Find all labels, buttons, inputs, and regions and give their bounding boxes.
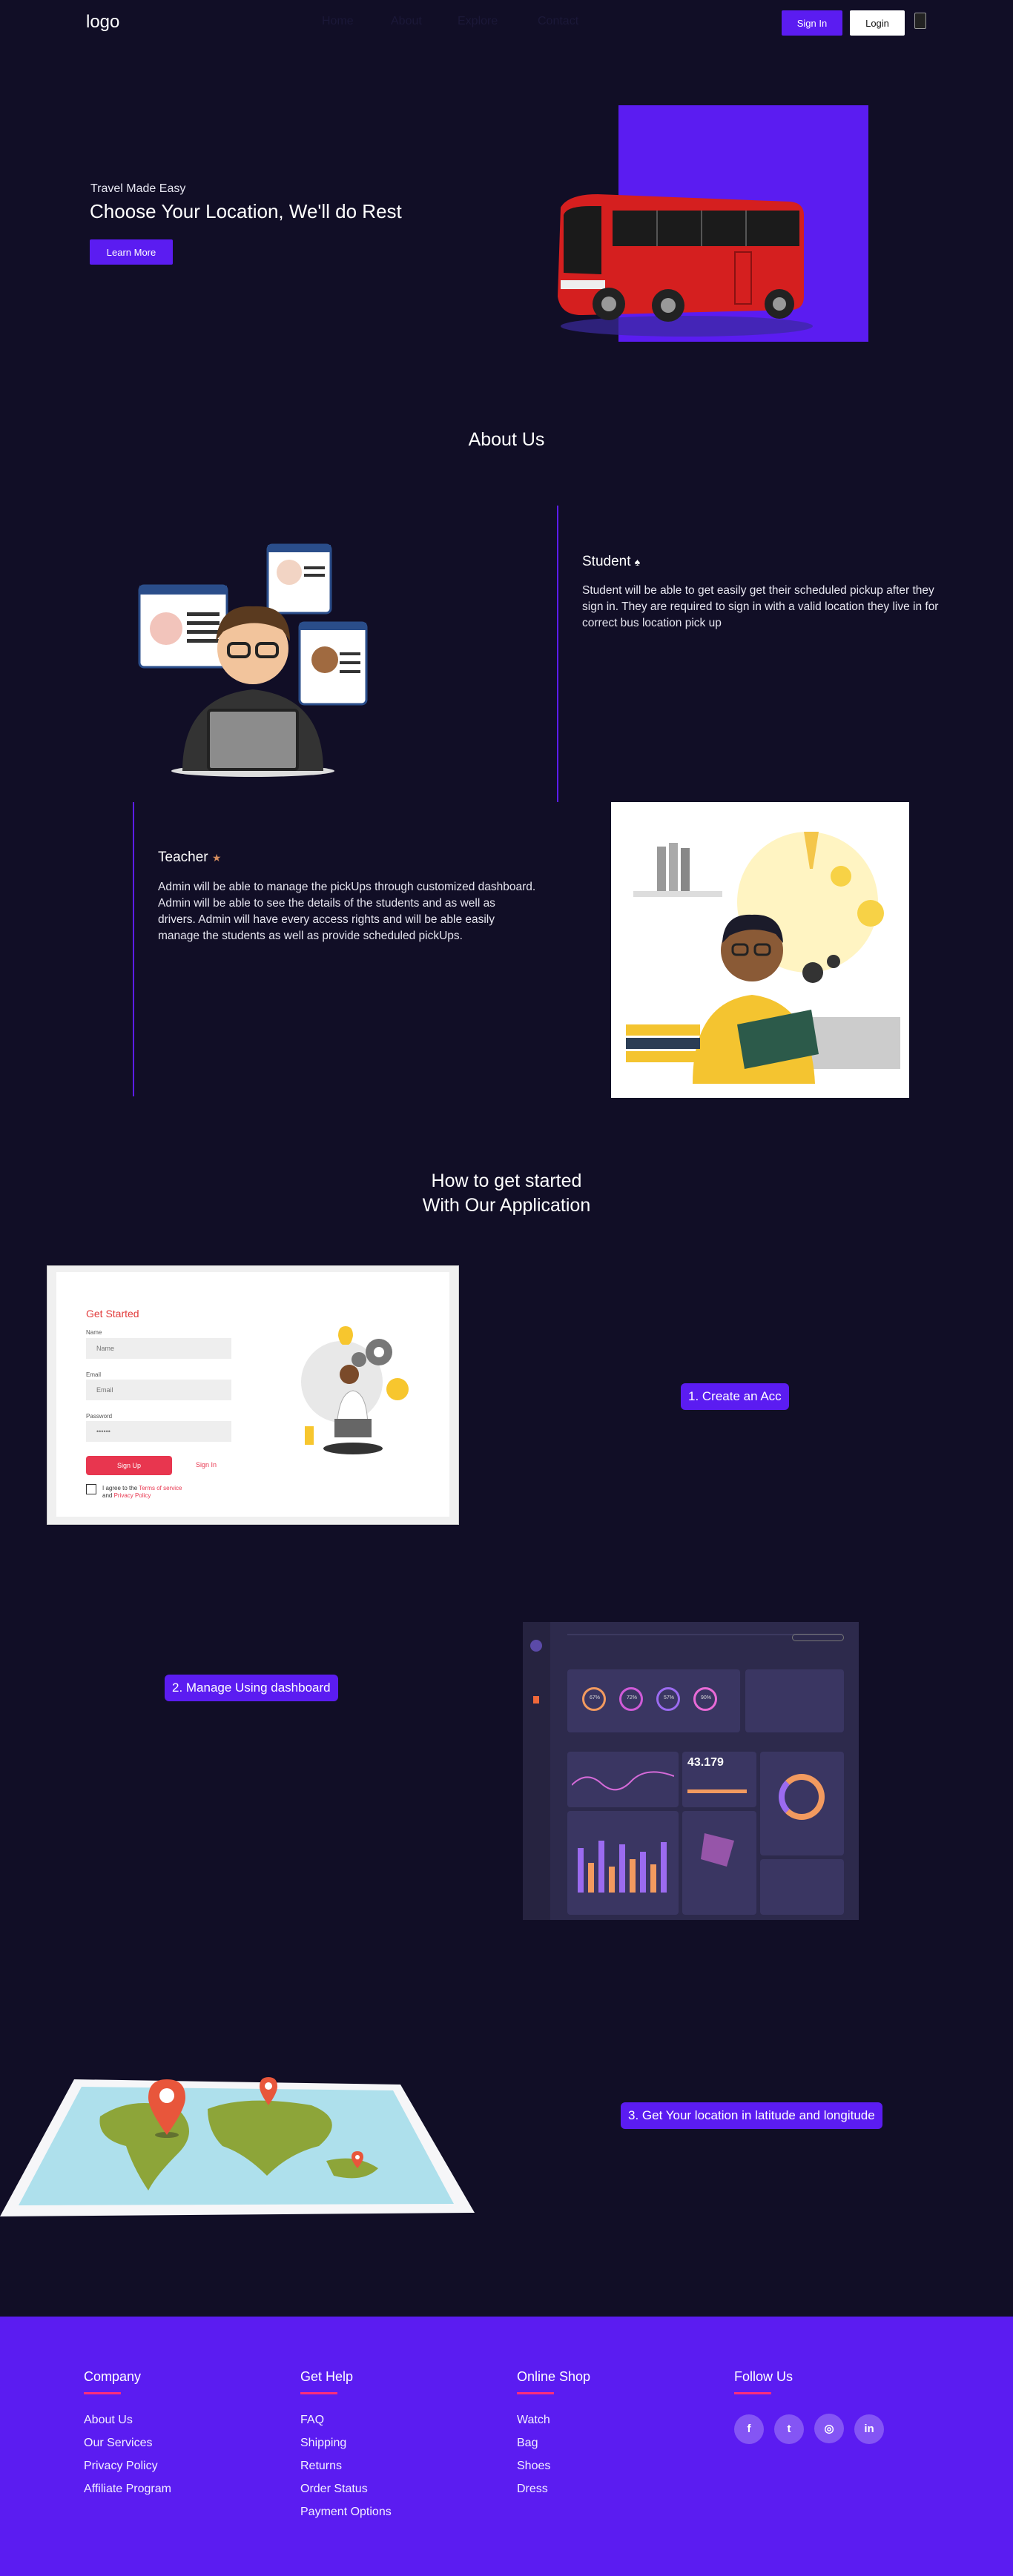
login-button[interactable]: Login — [850, 10, 905, 36]
signin-link[interactable]: Sign In — [196, 1461, 217, 1469]
teacher-illustration — [611, 802, 909, 1098]
footer-col-title: Follow Us — [734, 2369, 793, 2384]
footer-link-payment-options[interactable]: Payment Options — [300, 2506, 392, 2519]
ring-label-1: 67% — [589, 1695, 600, 1701]
about-heading: About Us — [468, 429, 545, 450]
teacher-card: Teacher ★ — [158, 850, 221, 866]
password-input[interactable] — [86, 1421, 231, 1442]
student-description: Student will be able to get easily get t… — [582, 584, 939, 629]
nav-link-home[interactable]: Home — [322, 15, 354, 28]
hero-title: Choose Your Location, We'll do Rest — [90, 200, 402, 222]
footer-col-title: Company — [84, 2369, 142, 2384]
student-divider — [557, 506, 558, 802]
step-3-badge: 3. Get Your location in latitude and lon… — [621, 2102, 882, 2129]
instagram-icon[interactable]: ◎ — [814, 2414, 844, 2443]
nav-link-contact[interactable]: Contact — [538, 15, 578, 28]
password-label: Password — [86, 1413, 113, 1420]
student-card: Student ♠ — [582, 554, 640, 570]
ring-label-2: 72% — [626, 1695, 637, 1701]
footer-link-faq[interactable]: FAQ — [300, 2414, 392, 2427]
student-title: Student — [582, 554, 631, 569]
started-heading-line2: With Our Application — [422, 1195, 591, 1216]
footer-link-watch[interactable]: Watch — [517, 2414, 590, 2427]
started-heading-line1: How to get started — [431, 1171, 582, 1191]
footer-link-dress[interactable]: Dress — [517, 2483, 590, 2496]
footer-underline — [300, 2392, 337, 2394]
footer-link-affiliate-program[interactable]: Affiliate Program — [84, 2483, 171, 2496]
facebook-icon[interactable]: f — [734, 2414, 764, 2444]
footer-link-bag[interactable]: Bag — [517, 2437, 590, 2450]
nav-link-explore[interactable]: Explore — [458, 15, 498, 28]
learn-more-button[interactable]: Learn More — [90, 239, 173, 265]
signup-title: Get Started — [86, 1308, 139, 1320]
hero-tagline: Travel Made Easy — [90, 182, 186, 195]
kpi-value: 43.179 — [687, 1756, 724, 1769]
dashboard-screenshot: 67% 72% 57% 90% 43.179 — [523, 1622, 859, 1920]
footer-link-privacy-policy[interactable]: Privacy Policy — [84, 2460, 171, 2473]
name-input[interactable] — [86, 1338, 231, 1359]
theme-toggle-icon[interactable] — [914, 13, 926, 29]
footer-link-our-services[interactable]: Our Services — [84, 2437, 171, 2450]
footer-link-shoes[interactable]: Shoes — [517, 2460, 590, 2473]
teacher-title: Teacher — [158, 850, 208, 865]
logo[interactable]: logo — [86, 12, 119, 33]
signup-screenshot: Get Started Name Email Password Sign Up … — [47, 1265, 459, 1525]
world-map-illustration — [0, 2077, 475, 2216]
ring-label-3: 57% — [663, 1695, 674, 1701]
footer-underline — [734, 2392, 771, 2394]
signup-illustration — [301, 1326, 409, 1454]
signin-button[interactable]: Sign In — [782, 10, 842, 36]
footer-col-help: Get Help FAQ Shipping Returns Order Stat… — [300, 2369, 392, 2529]
teacher-icon: ★ — [211, 852, 222, 864]
ring-label-4: 90% — [700, 1695, 711, 1701]
footer-link-about-us[interactable]: About Us — [84, 2414, 171, 2427]
step-1-badge: 1. Create an Acc — [681, 1383, 789, 1410]
teacher-description: Admin will be able to manage the pickUps… — [158, 881, 536, 942]
student-illustration — [138, 543, 368, 777]
teacher-divider — [133, 802, 134, 1096]
footer-underline — [517, 2392, 554, 2394]
student-graduate-icon: ♠ — [634, 556, 641, 568]
step-2-badge: 2. Manage Using dashboard — [165, 1675, 338, 1701]
email-input[interactable] — [86, 1380, 231, 1400]
footer-underline — [84, 2392, 121, 2394]
footer-col-company: Company About Us Our Services Privacy Po… — [84, 2369, 171, 2506]
twitter-icon[interactable]: t — [774, 2414, 804, 2444]
privacy-link[interactable]: Privacy Policy — [114, 1492, 151, 1499]
footer-col-title: Get Help — [300, 2369, 354, 2384]
footer-col-follow: Follow Us f t ◎ in — [734, 2369, 894, 2444]
signup-button[interactable]: Sign Up — [86, 1456, 172, 1475]
footer-col-shop: Online Shop Watch Bag Shoes Dress — [517, 2369, 590, 2506]
email-label: Email — [86, 1371, 102, 1378]
agree-checkbox[interactable] — [86, 1484, 96, 1494]
footer-link-shipping[interactable]: Shipping — [300, 2437, 392, 2450]
agree-text: I agree to the Terms of service and Priv… — [102, 1485, 182, 1499]
bus-illustration — [558, 194, 813, 337]
terms-link[interactable]: Terms of service — [139, 1485, 182, 1491]
footer-col-title: Online Shop — [517, 2369, 591, 2384]
linkedin-icon[interactable]: in — [854, 2414, 884, 2444]
name-label: Name — [86, 1329, 102, 1336]
footer-link-returns[interactable]: Returns — [300, 2460, 392, 2473]
footer-link-order-status[interactable]: Order Status — [300, 2483, 392, 2496]
nav-link-about[interactable]: About — [391, 15, 422, 28]
